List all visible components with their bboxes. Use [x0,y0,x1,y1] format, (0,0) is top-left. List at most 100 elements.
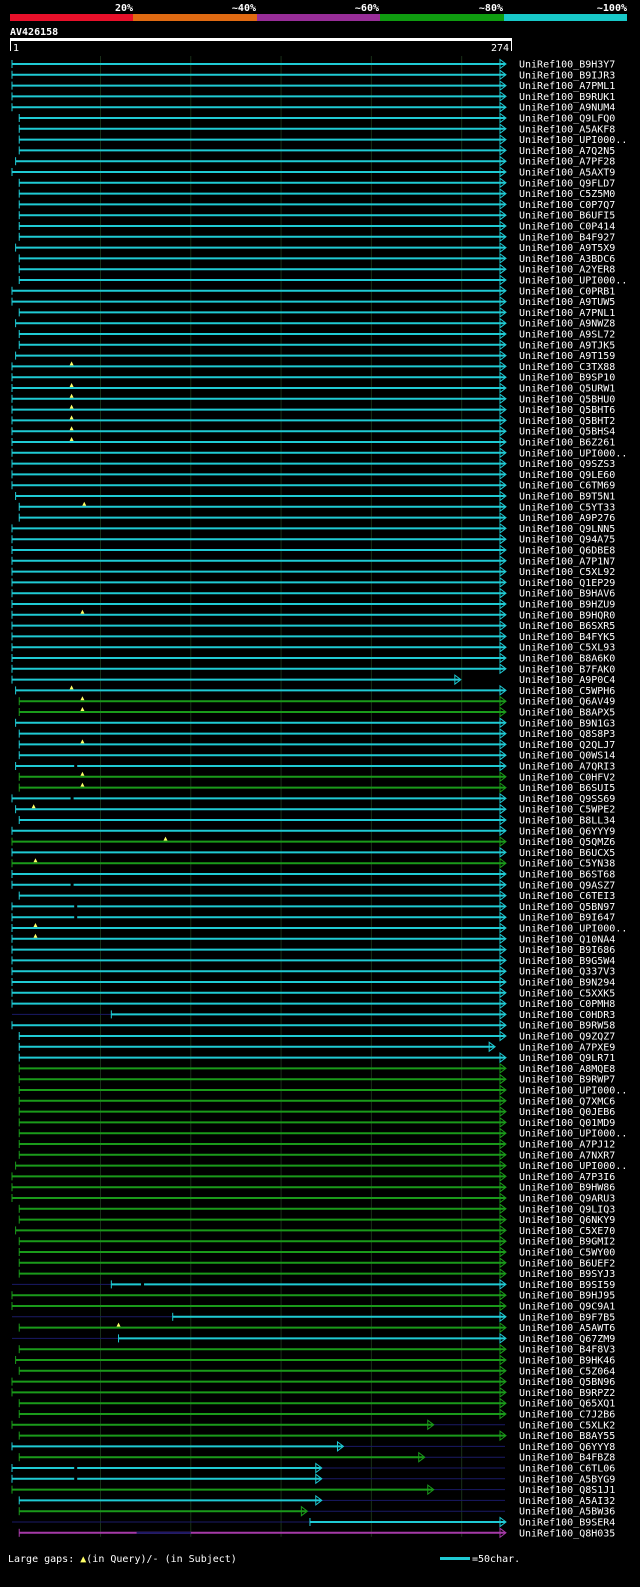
hit-row: UniRef100_Q6YYY8 [11,1440,615,1453]
hit-label: UniRef100_A9T159 [519,351,615,362]
hit-row: UniRef100_B9N1G3 [15,717,615,729]
query-gap-marker [69,685,74,690]
hit-label: UniRef100_Q6YYY8 [519,1442,615,1453]
hit-label: UniRef100_B9RUK1 [519,92,615,103]
gap-legend-prefix: Large gaps: [8,1554,80,1565]
hit-row: UniRef100_B9HZU9 [11,598,615,611]
hit-row: UniRef100_C5YT33 [18,501,615,513]
hit-row: UniRef100_C5Z5M0 [18,188,615,200]
hit-row: UniRef100_C5WPE2 [15,803,615,816]
hit-label: UniRef100_Q337V3 [519,967,615,978]
hit-label: UniRef100_B6ST68 [519,870,615,881]
hit-row: UniRef100_Q8H035 [18,1527,615,1539]
query-name: AV426158 [10,27,58,38]
hit-label: UniRef100_A5AXT9 [519,168,615,179]
hit-label: UniRef100_B8LL34 [519,816,615,827]
hit-label: UniRef100_B6UCX5 [519,848,615,859]
hit-row: UniRef100_Q5BHT6 [11,404,615,416]
hit-label: UniRef100_Q6NKY9 [519,1215,615,1226]
hit-row: UniRef100_B9F7B5 [12,1311,615,1323]
hit-row: UniRef100_Q8S8P3 [18,728,615,740]
hit-row: UniRef100_Q1EP29 [11,576,615,589]
hit-row: UniRef100_B6SXR5 [11,620,615,632]
hit-label: UniRef100_C0PRB1 [519,286,615,297]
hit-row: UniRef100_C0HFV2 [18,771,615,783]
hit-row: UniRef100_Q9ZQZ7 [18,1030,615,1043]
query-gap-marker [163,836,168,841]
hit-row: UniRef100_Q6DBE8 [11,544,615,557]
hit-row: UniRef100_A3BDC6 [18,252,615,265]
hit-list: UniRef100_B9H3Y7UniRef100_B9IJR3UniRef10… [11,58,627,1539]
hit-label: UniRef100_A7QRI3 [519,762,615,773]
hit-row: UniRef100_C0PMH8 [11,998,615,1010]
hit-row: UniRef100_A5BYG9 [11,1473,615,1485]
hit-label: UniRef100_Q9C9A1 [519,1302,615,1313]
hit-row: UniRef100_B6SUI5 [18,782,615,794]
hit-label: UniRef100_Q7XMC6 [519,1096,615,1107]
hit-label: UniRef100_Q9LE60 [519,470,615,481]
hit-row: UniRef100_Q0WS14 [18,749,615,762]
hit-label: UniRef100_A9TUW5 [519,297,615,308]
hit-label: UniRef100_B9IJR3 [519,70,615,81]
hit-label: UniRef100_Q9LR71 [519,1053,615,1064]
hit-label: UniRef100_Q1EP29 [519,578,615,589]
hit-label: UniRef100_B9HAV6 [519,589,615,600]
hit-row: UniRef100_B7FAK0 [11,663,615,675]
hit-row: UniRef100_A7QRI3 [15,760,615,773]
hit-row: UniRef100_B9HQR0 [11,609,615,621]
hit-label: UniRef100_Q9LNN5 [519,524,615,535]
hit-row: UniRef100_C0HDR3 [12,1008,615,1021]
hit-row: UniRef100_Q6NKY9 [18,1214,615,1226]
hit-row: UniRef100_Q9LE60 [11,468,615,481]
hit-label: UniRef100_B9SYJ3 [519,1269,615,1280]
query-gap-marker [69,361,74,366]
hit-label: UniRef100_B4FBZ8 [519,1453,615,1464]
hit-label: UniRef100_Q9ARU3 [519,1194,615,1205]
hit-label: UniRef100_A5BW36 [519,1507,615,1518]
scale-label-80: ~80% [479,3,503,14]
hit-row: UniRef100_C5XL93 [11,641,615,654]
hit-row: UniRef100_Q10NA4 [11,933,615,945]
identity-scale: 20% ~40% ~60% ~80% ~100% [10,3,627,21]
hit-row: UniRef100_A5AI32 [18,1494,615,1507]
query-start: 1 [13,43,19,54]
hit-row: UniRef100_Q9FLD7 [18,177,615,189]
hit-row: UniRef100_UPI000.. [18,1127,627,1140]
scale-band-100 [504,14,627,21]
hit-label: UniRef100_A8MQE8 [519,1064,615,1075]
hit-label: UniRef100_C5XXK5 [519,988,615,999]
hit-label: UniRef100_C3TX88 [519,362,615,373]
hit-row: UniRef100_Q7XMC6 [18,1095,615,1107]
hit-row: UniRef100_B9RUK1 [11,90,615,103]
hit-label: UniRef100_Q94A75 [519,535,615,546]
hit-row: UniRef100_B8APX5 [18,706,615,719]
query-gap-marker [31,804,36,809]
hit-label: UniRef100_C0P7Q7 [519,200,615,211]
hit-row: UniRef100_Q0JEB6 [18,1106,615,1118]
hit-label: UniRef100_Q5BN97 [519,902,615,913]
hit-label: UniRef100_Q6DBE8 [519,546,615,557]
hit-row: UniRef100_Q9LR71 [18,1052,615,1064]
hit-label: UniRef100_Q9LIQ3 [519,1204,615,1215]
scale-label-40: ~40% [232,3,256,14]
hit-label: UniRef100_Q8S1J1 [519,1485,615,1496]
hit-label: UniRef100_Q5QMZ6 [519,837,615,848]
gap-legend-query: (in Query) [86,1554,146,1565]
hit-label: UniRef100_Q0JEB6 [519,1107,615,1118]
query-gap-marker [82,501,87,506]
hit-row: UniRef100_Q5BN96 [11,1376,615,1388]
hit-label: UniRef100_B9G5W4 [519,956,615,967]
hit-row: UniRef100_C5Z064 [18,1365,615,1377]
hit-row: UniRef100_B9SER4 [12,1516,615,1529]
hit-row: UniRef100_B9I647 [11,911,615,924]
hit-row: UniRef100_A9SL72 [18,328,615,341]
hit-label: UniRef100_A9NUM4 [519,103,615,114]
hit-label: UniRef100_C5Z064 [519,1366,615,1377]
hit-label: UniRef100_A7PNL1 [519,308,615,319]
hit-row: UniRef100_B6UEF2 [18,1257,615,1269]
hit-row: UniRef100_Q5BN97 [11,900,615,913]
hit-row: UniRef100_C5YN38 [11,857,615,870]
hit-row: UniRef100_Q6YYY9 [11,825,615,837]
hit-row: UniRef100_B9HJ95 [11,1289,615,1302]
hit-label: UniRef100_A9P276 [519,513,615,524]
